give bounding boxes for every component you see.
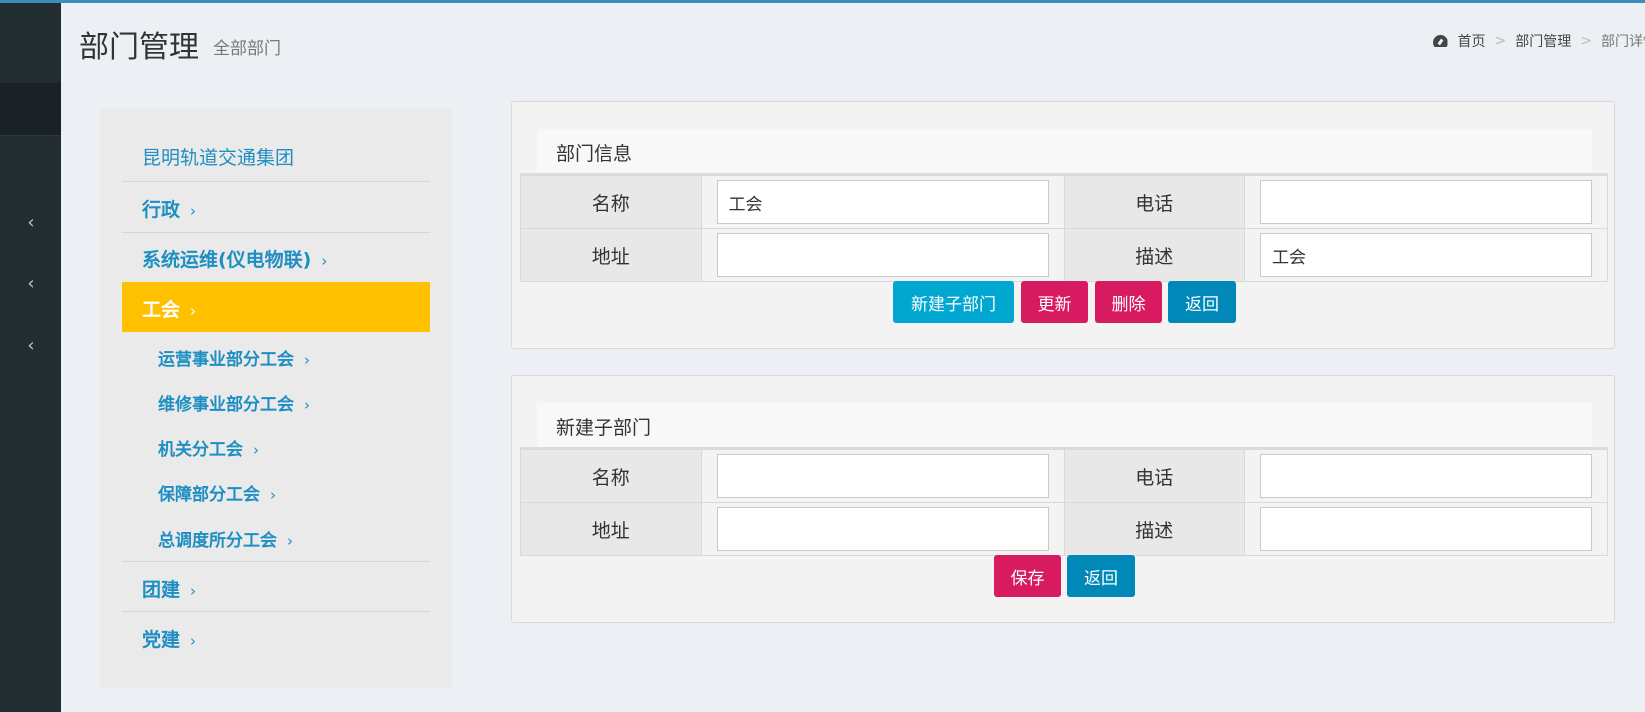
tree-item-label: 团建 [142, 579, 181, 601]
chevron-right-icon: › [253, 441, 259, 459]
new-dept-title: 新建子部门 [556, 417, 652, 439]
tree-divider [122, 561, 430, 562]
breadcrumb-dept-detail: 部门详情 [1601, 34, 1645, 50]
tree-item-label: 工会 [142, 299, 181, 321]
new-dept-desc-input[interactable] [1260, 507, 1592, 551]
save-button[interactable]: 保存 [994, 555, 1061, 597]
tree-item-label: 运营事业部分工会 [158, 350, 294, 370]
tree-root-link[interactable]: 昆明轨道交通集团 [142, 143, 294, 170]
dept-info-header [537, 129, 1592, 173]
desc-cell [1244, 228, 1608, 282]
update-button[interactable]: 更新 [1021, 281, 1088, 323]
new-dept-phone-input[interactable] [1260, 454, 1592, 498]
breadcrumb-dept-management[interactable]: 部门管理 [1515, 31, 1571, 51]
sidebar-logo-area [0, 3, 61, 83]
dept-info-title: 部门信息 [556, 143, 633, 165]
delete-button[interactable]: 删除 [1095, 281, 1162, 323]
chevron-right-icon: › [190, 632, 197, 650]
sidebar-user-area [0, 83, 61, 135]
phone-label: 电话 [1063, 449, 1245, 503]
table-row: 名称 电话 [520, 449, 1608, 503]
sidebar-search-area [0, 135, 61, 197]
sidebar-rail: ‹ ‹ ‹ [0, 3, 61, 712]
breadcrumb: 首页 > 部门管理 > 部门详情 [1433, 31, 1645, 51]
tree-item-support-union[interactable]: 保障部分工会 › [158, 480, 276, 505]
phone-cell [1244, 175, 1608, 229]
tree-item-team-building[interactable]: 团建 › [142, 575, 196, 602]
tree-divider [122, 611, 430, 612]
page-title: 部门管理 [79, 30, 199, 65]
top-accent-line [0, 0, 1645, 3]
dept-name-input[interactable] [716, 180, 1049, 224]
tree-item-label: 保障部分工会 [158, 485, 260, 505]
tree-item-label: 党建 [142, 629, 181, 651]
chevron-right-icon: › [287, 532, 293, 550]
tree-item-label: 维修事业部分工会 [158, 395, 294, 415]
dept-phone-input[interactable] [1260, 180, 1592, 224]
back-button[interactable]: 返回 [1067, 555, 1135, 597]
address-cell [700, 228, 1065, 282]
dept-desc-input[interactable] [1260, 233, 1592, 277]
tree-divider [122, 181, 430, 182]
new-dept-header [537, 403, 1592, 447]
tree-item-ops-union[interactable]: 运营事业部分工会 › [158, 345, 310, 370]
chevron-right-icon: › [304, 396, 310, 414]
back-button[interactable]: 返回 [1168, 281, 1236, 323]
dept-info-box: 部门信息 名称 电话 地址 描述 新建子部门 更新 删除 返回 [511, 101, 1615, 349]
new-sub-dept-button[interactable]: 新建子部门 [893, 281, 1014, 323]
page-subtitle: 全部部门 [213, 39, 281, 59]
new-dept-table: 名称 电话 地址 描述 [520, 449, 1608, 556]
chevron-right-icon: › [190, 302, 197, 320]
tree-item-union[interactable]: 工会 › [142, 295, 196, 322]
address-label: 地址 [520, 502, 702, 556]
new-dept-address-input[interactable] [716, 507, 1049, 551]
dept-address-input[interactable] [716, 233, 1049, 277]
phone-label: 电话 [1063, 175, 1245, 229]
tree-item-ops[interactable]: 系统运维(仪电物联) › [142, 245, 327, 272]
tree-item-label: 行政 [142, 199, 181, 221]
table-row: 地址 描述 [520, 228, 1608, 282]
name-label: 名称 [520, 449, 702, 503]
address-label: 地址 [520, 228, 702, 282]
desc-cell [1244, 502, 1608, 556]
new-dept-box: 新建子部门 名称 电话 地址 描述 保存 返回 [511, 375, 1615, 623]
desc-label: 描述 [1063, 228, 1245, 282]
tree-item-office-union[interactable]: 机关分工会 › [158, 435, 259, 460]
tree-item-maint-union[interactable]: 维修事业部分工会 › [158, 390, 310, 415]
tree-item-admin[interactable]: 行政 › [142, 195, 196, 222]
tree-item-label: 机关分工会 [158, 440, 243, 460]
name-label: 名称 [520, 175, 702, 229]
name-cell [700, 175, 1065, 229]
address-cell [700, 502, 1065, 556]
sidebar-toggle-1-chevron-left-icon[interactable]: ‹ [24, 213, 38, 233]
breadcrumb-separator: > [1580, 33, 1592, 49]
dashboard-icon [1433, 35, 1448, 47]
phone-cell [1244, 449, 1608, 503]
table-row: 地址 描述 [520, 502, 1608, 556]
breadcrumb-home[interactable]: 首页 [1458, 31, 1486, 51]
tree-item-label: 系统运维(仪电物联) [142, 249, 312, 271]
tree-item-label: 总调度所分工会 [158, 531, 277, 551]
chevron-right-icon: › [321, 252, 328, 270]
desc-label: 描述 [1063, 502, 1245, 556]
dept-info-table: 名称 电话 地址 描述 [520, 175, 1608, 282]
sidebar-toggle-2-chevron-left-icon[interactable]: ‹ [24, 274, 38, 294]
new-dept-name-input[interactable] [716, 454, 1049, 498]
table-row: 名称 电话 [520, 175, 1608, 229]
name-cell [700, 449, 1065, 503]
tree-item-dispatch-union[interactable]: 总调度所分工会 › [158, 526, 293, 551]
breadcrumb-separator: > [1494, 33, 1507, 49]
tree-divider [122, 232, 430, 233]
sidebar-toggle-3-chevron-left-icon[interactable]: ‹ [24, 336, 38, 356]
tree-item-party-building[interactable]: 党建 › [142, 625, 196, 652]
chevron-right-icon: › [304, 351, 310, 369]
chevron-right-icon: › [190, 202, 197, 220]
chevron-right-icon: › [270, 486, 276, 504]
chevron-right-icon: › [190, 582, 197, 600]
